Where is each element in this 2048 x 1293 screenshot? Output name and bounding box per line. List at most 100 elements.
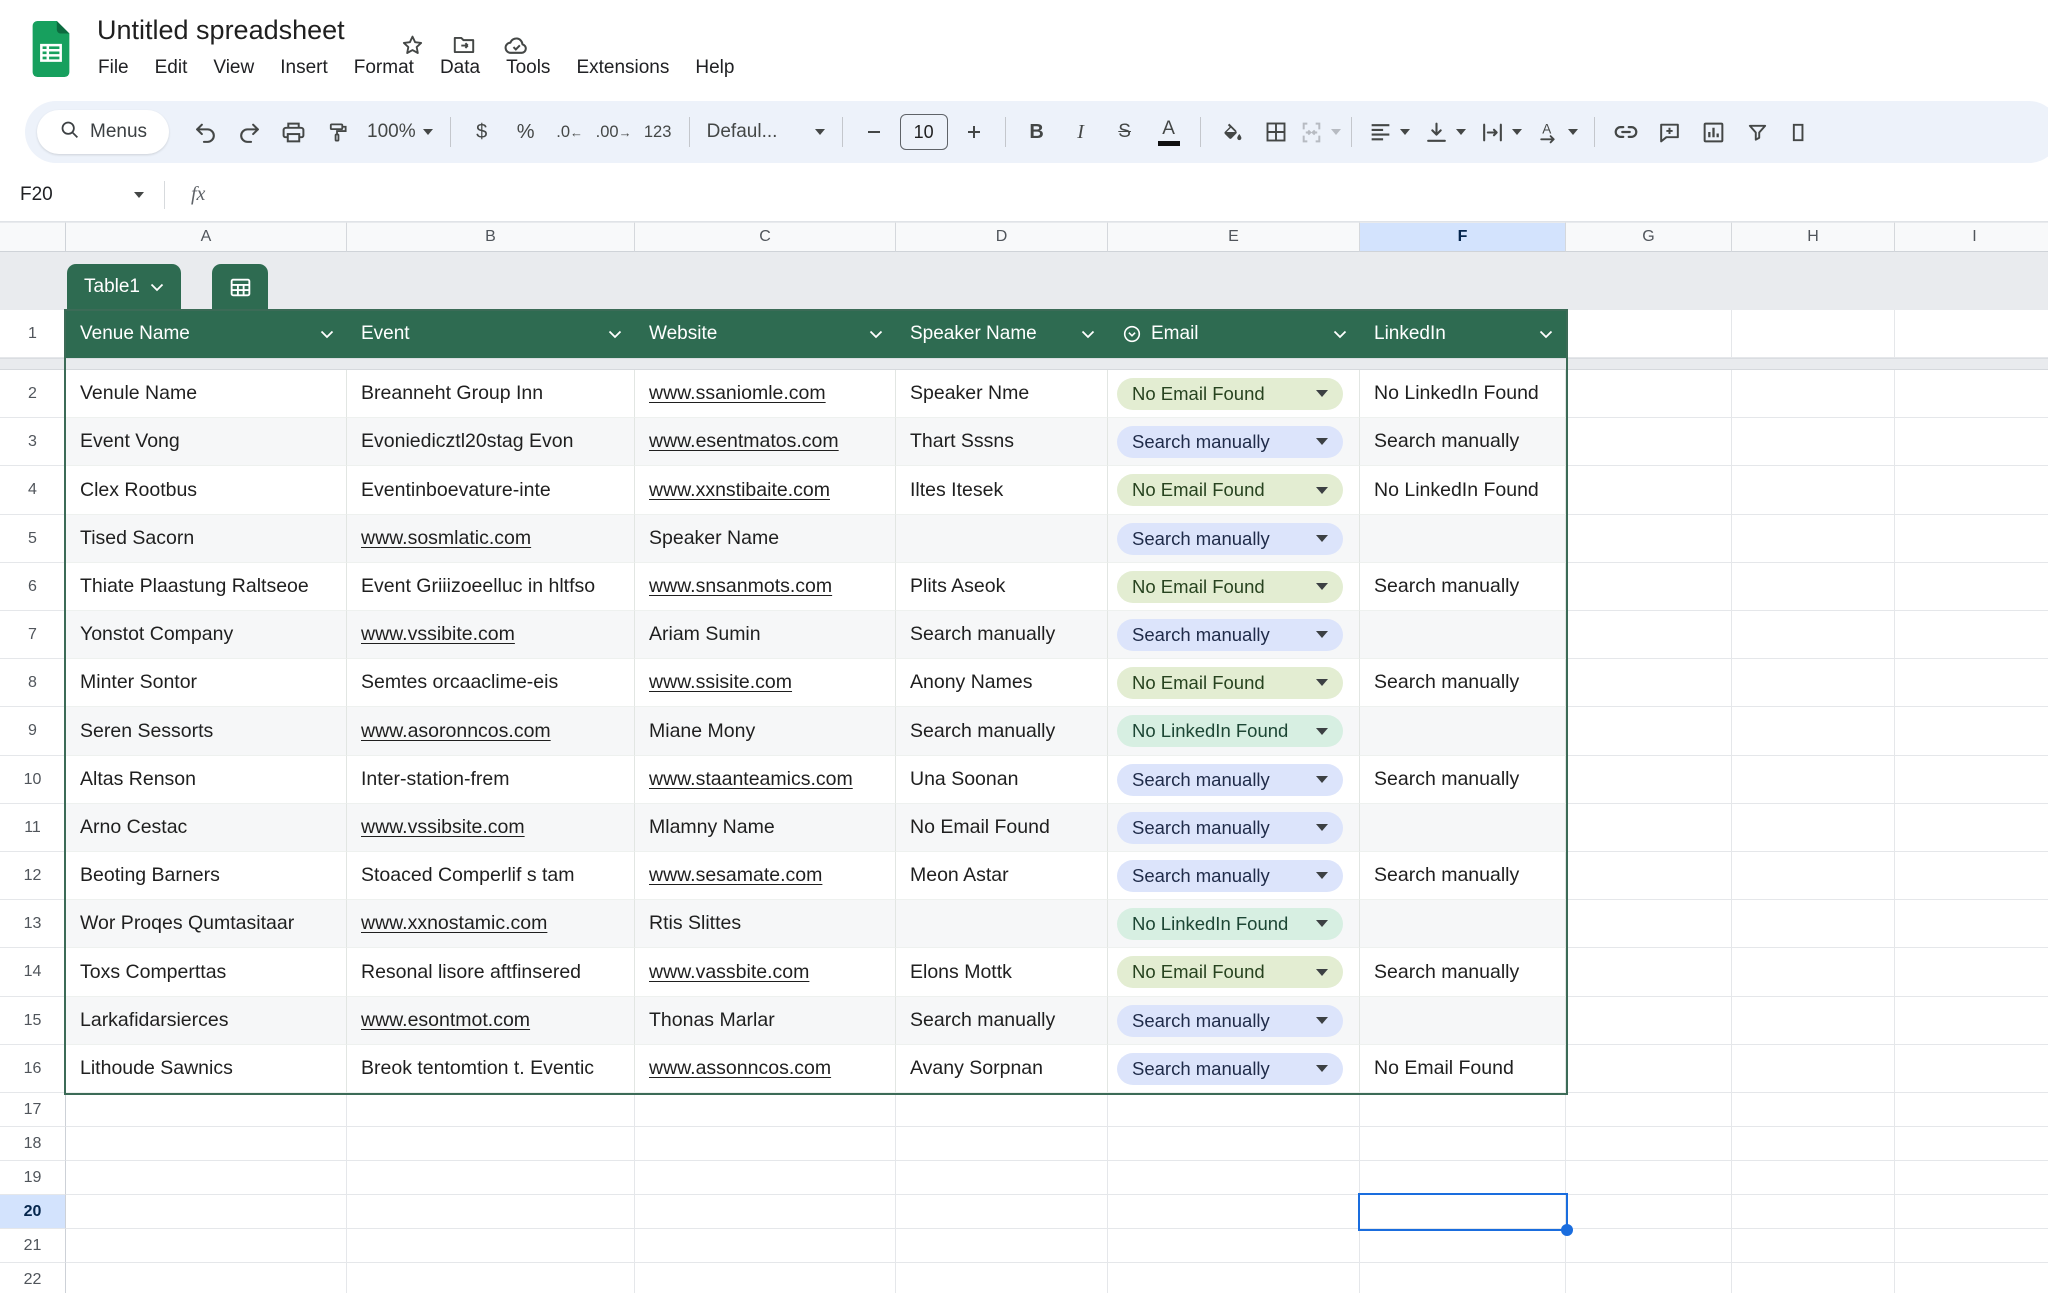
cell-A14[interactable]: Toxs Comperttas [66, 948, 347, 997]
cell-C20[interactable] [635, 1195, 896, 1229]
email-status-chip[interactable]: No LinkedIn Found [1117, 715, 1343, 747]
cell-H4[interactable] [1732, 466, 1895, 515]
cell-I2[interactable] [1895, 370, 2048, 418]
website-link[interactable]: www.esentmatos.com [649, 430, 839, 453]
email-status-chip[interactable]: Search manually [1117, 764, 1343, 796]
table-header-venue-name[interactable]: Venue Name [66, 310, 347, 358]
event-link[interactable]: www.vssibsite.com [361, 816, 525, 839]
website-link[interactable]: www.ssaniomle.com [649, 382, 826, 405]
cell-D3[interactable]: Thart Sssns [896, 418, 1108, 466]
select-all-corner[interactable] [0, 222, 66, 252]
row-number-7[interactable]: 7 [0, 611, 66, 659]
cell-H11[interactable] [1732, 804, 1895, 852]
email-status-chip[interactable]: Search manually [1117, 1005, 1343, 1037]
row-number-21[interactable]: 21 [0, 1229, 66, 1263]
cell-B13[interactable]: www.xxnostamic.com [347, 900, 635, 948]
cell-E2[interactable]: No Email Found [1108, 370, 1360, 418]
cell-H9[interactable] [1732, 707, 1895, 756]
insert-comment-button[interactable] [1648, 110, 1692, 154]
cell-F15[interactable] [1360, 997, 1566, 1045]
bold-button[interactable]: B [1015, 110, 1059, 154]
email-status-chip[interactable]: Search manually [1117, 812, 1343, 844]
email-status-chip[interactable]: No Email Found [1117, 667, 1343, 699]
merge-cells-button[interactable] [1298, 110, 1342, 154]
increase-decimal-button[interactable]: .00→ [592, 110, 636, 154]
chevron-down-icon[interactable] [1333, 330, 1347, 339]
cell-C21[interactable] [635, 1229, 896, 1263]
cell-G3[interactable] [1566, 418, 1732, 466]
text-rotation-button[interactable]: A [1529, 110, 1585, 154]
cell-B14[interactable]: Resonal lisore aftfinsered [347, 948, 635, 997]
cell-A18[interactable] [66, 1127, 347, 1161]
print-button[interactable] [271, 110, 315, 154]
cell-B4[interactable]: Eventinboevature-inte [347, 466, 635, 515]
chip-dropdown-arrow-icon[interactable] [1316, 728, 1328, 735]
column-letter-A[interactable]: A [66, 222, 347, 252]
cell-B8[interactable]: Semtes orcaaclime-eis [347, 659, 635, 707]
cell-E11[interactable]: Search manually [1108, 804, 1360, 852]
cell-G22[interactable] [1566, 1263, 1732, 1293]
row-number-5[interactable]: 5 [0, 515, 66, 563]
cell-H17[interactable] [1732, 1093, 1895, 1127]
cell-D17[interactable] [896, 1093, 1108, 1127]
cell-I6[interactable] [1895, 563, 2048, 611]
cell-E14[interactable]: No Email Found [1108, 948, 1360, 997]
cell-D11[interactable]: No Email Found [896, 804, 1108, 852]
website-link[interactable]: www.snsanmots.com [649, 575, 832, 598]
cell-F16[interactable]: No Email Found [1360, 1045, 1566, 1093]
cell-I12[interactable] [1895, 852, 2048, 900]
cell-G8[interactable] [1566, 659, 1732, 707]
cell-A10[interactable]: Altas Renson [66, 756, 347, 804]
event-link[interactable]: www.sosmlatic.com [361, 527, 531, 550]
chevron-down-icon[interactable] [1081, 330, 1095, 339]
cell-B7[interactable]: www.vssibite.com [347, 611, 635, 659]
row-number-9[interactable]: 9 [0, 707, 66, 756]
cell-F14[interactable]: Search manually [1360, 948, 1566, 997]
cell-G4[interactable] [1566, 466, 1732, 515]
cell-D18[interactable] [896, 1127, 1108, 1161]
cell-A20[interactable] [66, 1195, 347, 1229]
cell-D7[interactable]: Search manually [896, 611, 1108, 659]
row-number-12[interactable]: 12 [0, 852, 66, 900]
cell-D8[interactable]: Anony Names [896, 659, 1108, 707]
cell-C5[interactable]: Speaker Name [635, 515, 896, 563]
table-header-linkedin[interactable]: LinkedIn [1360, 310, 1566, 358]
cell-G13[interactable] [1566, 900, 1732, 948]
cell-C11[interactable]: Mlamny Name [635, 804, 896, 852]
filter-views-button[interactable] [1780, 110, 1824, 154]
cell-H19[interactable] [1732, 1161, 1895, 1195]
cell-G17[interactable] [1566, 1093, 1732, 1127]
cell-E17[interactable] [1108, 1093, 1360, 1127]
cell-I7[interactable] [1895, 611, 2048, 659]
column-letter-F[interactable]: F [1360, 222, 1566, 252]
row-number-3[interactable]: 3 [0, 418, 66, 466]
cell-H14[interactable] [1732, 948, 1895, 997]
paint-format-button[interactable] [315, 110, 359, 154]
cell-A9[interactable]: Seren Sessorts [66, 707, 347, 756]
menu-tools[interactable]: Tools [493, 50, 563, 86]
cell-E7[interactable]: Search manually [1108, 611, 1360, 659]
cell-A22[interactable] [66, 1263, 347, 1293]
cell-C4[interactable]: www.xxnstibaite.com [635, 466, 896, 515]
cell-F4[interactable]: No LinkedIn Found [1360, 466, 1566, 515]
table-header-email[interactable]: Email [1108, 310, 1360, 358]
cell-F3[interactable]: Search manually [1360, 418, 1566, 466]
cell-C18[interactable] [635, 1127, 896, 1161]
cell-B20[interactable] [347, 1195, 635, 1229]
cell-I14[interactable] [1895, 948, 2048, 997]
row-number-18[interactable]: 18 [0, 1127, 66, 1161]
chevron-down-icon[interactable] [608, 330, 622, 339]
cell-D15[interactable]: Search manually [896, 997, 1108, 1045]
column-letter-D[interactable]: D [896, 222, 1108, 252]
cell-I3[interactable] [1895, 418, 2048, 466]
cell-E6[interactable]: No Email Found [1108, 563, 1360, 611]
cell-D22[interactable] [896, 1263, 1108, 1293]
cell-A16[interactable]: Lithoude Sawnics [66, 1045, 347, 1093]
cell-I20[interactable] [1895, 1195, 2048, 1229]
create-filter-button[interactable] [1736, 110, 1780, 154]
cell-I17[interactable] [1895, 1093, 2048, 1127]
website-link[interactable]: www.staanteamics.com [649, 768, 853, 791]
cell-F12[interactable]: Search manually [1360, 852, 1566, 900]
chip-dropdown-arrow-icon[interactable] [1316, 487, 1328, 494]
column-letter-G[interactable]: G [1566, 222, 1732, 252]
